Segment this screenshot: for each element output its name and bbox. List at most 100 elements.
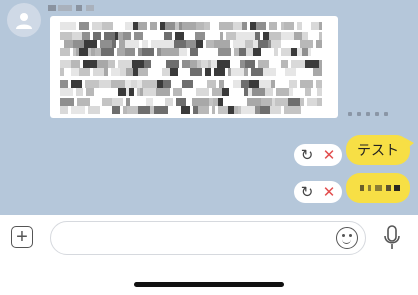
- redacted-pixel: [112, 40, 116, 48]
- redacted-pixel: [71, 60, 80, 68]
- redacted-pixel: [182, 60, 190, 68]
- redacted-pixel: [255, 32, 260, 40]
- failed-message-actions: ↻ ✕: [294, 144, 342, 166]
- redacted-pixel: [101, 48, 114, 56]
- redacted-pixel: [125, 22, 133, 30]
- redacted-pixel: [190, 48, 198, 56]
- redacted-pixel: [242, 22, 247, 30]
- redacted-pixel: [182, 22, 196, 30]
- microphone-icon[interactable]: [382, 224, 402, 252]
- redacted-pixel: [102, 98, 112, 106]
- redacted-pixel: [156, 32, 164, 40]
- redacted-pixel: [79, 68, 90, 76]
- redacted-pixel: [265, 88, 273, 96]
- redacted-pixel: [134, 32, 143, 40]
- redacted-pixel: [99, 80, 111, 88]
- redacted-pixel: [237, 98, 247, 106]
- sent-message-bubble[interactable]: テスト: [346, 135, 414, 165]
- redacted-pixel: [125, 48, 135, 56]
- retry-icon[interactable]: ↻: [301, 148, 314, 163]
- redacted-pixel: [311, 22, 319, 30]
- redacted-pixel: [289, 80, 297, 88]
- redacted-pixel: [239, 48, 246, 56]
- redacted-pixel: [233, 22, 242, 30]
- redacted-pixel: [165, 40, 174, 48]
- redacted-pixel: [214, 68, 225, 76]
- redacted-pixel: [60, 32, 72, 40]
- redacted-pixel: [190, 60, 197, 68]
- redacted-pixel: [104, 32, 115, 40]
- smiley-icon[interactable]: [336, 227, 358, 249]
- redacted-pixel: [102, 22, 113, 30]
- redacted-pixel: [144, 60, 151, 68]
- redacted-pixel: [161, 48, 168, 56]
- redacted-pixel: [258, 40, 268, 48]
- redacted-pixel: [317, 88, 322, 96]
- redacted-pixel: [165, 22, 175, 30]
- redacted-pixel: [60, 106, 68, 114]
- redacted-pixel: [60, 80, 68, 88]
- redacted-pixel: [233, 80, 241, 88]
- redacted-pixel: [226, 98, 237, 106]
- redacted-text-line: [60, 22, 330, 30]
- close-icon[interactable]: ✕: [323, 148, 336, 163]
- redacted-pixel: [123, 32, 131, 40]
- retry-icon[interactable]: ↻: [301, 185, 314, 200]
- redacted-pixel: [154, 60, 163, 68]
- redacted-pixel: [82, 32, 90, 40]
- redacted-pixel: [198, 48, 212, 56]
- redacted-pixel: [220, 32, 223, 40]
- redacted-pixel: [195, 98, 209, 106]
- redacted-pixel: [60, 60, 71, 68]
- redacted-pixel: [85, 80, 99, 88]
- sent-message-bubble[interactable]: [346, 173, 410, 203]
- redacted-pixel: [263, 68, 276, 76]
- redacted-pixel: [108, 60, 115, 68]
- redacted-pixel: [241, 32, 255, 40]
- redacted-pixel: [285, 68, 296, 76]
- redacted-pixel: [258, 60, 269, 68]
- redacted-pixel: [302, 32, 308, 40]
- redacted-pixel: [247, 98, 261, 106]
- redacted-pixel: [299, 68, 313, 76]
- redacted-pixel: [151, 40, 165, 48]
- redacted-pixel: [300, 98, 304, 106]
- redacted-pixel: [79, 48, 88, 56]
- close-icon[interactable]: ✕: [323, 185, 336, 200]
- redacted-pixel: [291, 60, 305, 68]
- message-input[interactable]: [63, 222, 337, 254]
- sender-avatar[interactable]: [7, 3, 41, 37]
- redacted-pixel: [93, 68, 104, 76]
- home-indicator: [134, 282, 284, 287]
- redacted-pixel: [316, 80, 322, 88]
- redacted-pixel: [246, 48, 253, 56]
- redacted-pixel: [241, 80, 249, 88]
- redacted-pixel: [126, 68, 133, 76]
- redacted-pixel: [68, 22, 76, 30]
- redacted-pixel: [251, 68, 263, 76]
- redacted-pixel: [175, 32, 184, 40]
- message-input-container[interactable]: [50, 221, 366, 255]
- plus-box-icon[interactable]: +: [11, 226, 33, 248]
- redacted-pixel: [275, 98, 288, 106]
- redacted-pixel: [142, 48, 154, 56]
- redacted-pixel: [319, 40, 322, 48]
- redacted-pixel: [73, 40, 84, 48]
- redacted-pixel: [214, 40, 227, 48]
- redacted-pixel: [198, 106, 209, 114]
- redacted-pixel: [226, 32, 236, 40]
- redacted-pixel: [230, 60, 240, 68]
- redacted-pixel: [222, 88, 229, 96]
- redacted-pixel: [227, 40, 230, 48]
- redacted-pixel: [284, 106, 298, 114]
- redacted-pixel: [219, 22, 233, 30]
- message-composer: +: [0, 215, 418, 295]
- redacted-pixel: [178, 68, 187, 76]
- redacted-pixel: [245, 40, 253, 48]
- redacted-pixel: [307, 98, 317, 106]
- redacted-pixel: [163, 80, 171, 88]
- redacted-pixel: [60, 88, 73, 96]
- redacted-pixel: [218, 106, 228, 114]
- redacted-pixel: [276, 88, 289, 96]
- redacted-pixel: [224, 80, 233, 88]
